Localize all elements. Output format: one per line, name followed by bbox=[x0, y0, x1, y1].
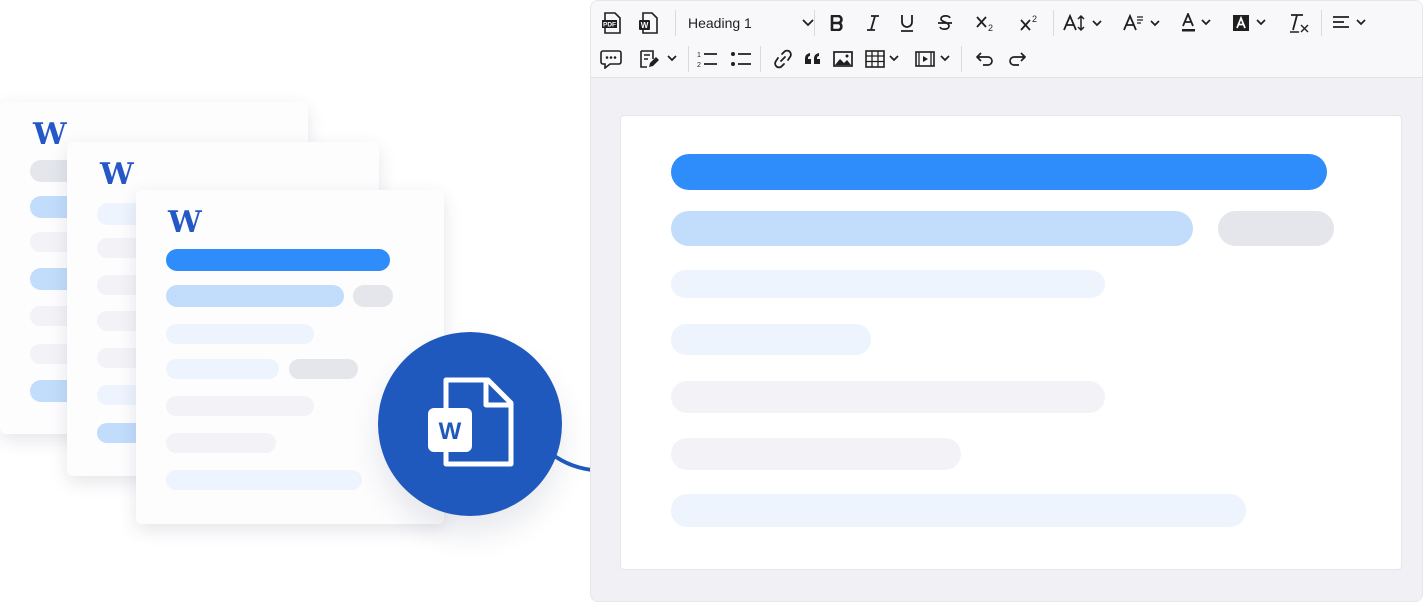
highlight-color-button[interactable] bbox=[1232, 10, 1272, 36]
redo-button[interactable] bbox=[1005, 46, 1029, 72]
comment-icon bbox=[600, 50, 622, 69]
pdf-file-icon: PDF bbox=[602, 12, 621, 34]
placeholder-line bbox=[166, 470, 362, 490]
numbered-list-button[interactable]: 12 bbox=[695, 46, 719, 72]
svg-text:2: 2 bbox=[697, 62, 701, 69]
blockquote-button[interactable] bbox=[801, 46, 825, 72]
placeholder-line bbox=[166, 396, 314, 416]
placeholder-line bbox=[671, 494, 1246, 527]
comment-button[interactable] bbox=[599, 46, 623, 72]
svg-text:1: 1 bbox=[697, 52, 701, 59]
align-left-icon bbox=[1333, 16, 1366, 28]
placeholder-line bbox=[671, 438, 961, 470]
placeholder-line bbox=[671, 211, 1193, 246]
word-logo-icon: W bbox=[33, 117, 67, 152]
word-logo-icon: W bbox=[168, 205, 202, 240]
word-file-icon: W bbox=[428, 377, 514, 467]
toolbar-separator bbox=[688, 46, 689, 72]
toolbar-separator bbox=[814, 10, 815, 36]
quote-icon bbox=[805, 53, 820, 64]
subscript-button[interactable]: 2 bbox=[973, 10, 999, 36]
bold-button[interactable] bbox=[825, 10, 849, 36]
subscript-label: 2 bbox=[988, 23, 993, 32]
link-icon bbox=[774, 49, 792, 69]
svg-text:PDF: PDF bbox=[603, 22, 616, 29]
placeholder-tag bbox=[1218, 211, 1334, 246]
word-logo-icon: W bbox=[100, 157, 134, 192]
placeholder-line bbox=[671, 324, 871, 355]
superscript-icon: 2 bbox=[1020, 14, 1037, 31]
word-file-icon: W bbox=[639, 12, 658, 34]
bulleted-list-button[interactable] bbox=[729, 46, 753, 72]
image-icon bbox=[833, 51, 853, 67]
font-color-icon bbox=[1182, 13, 1211, 32]
font-family-button[interactable] bbox=[1123, 10, 1165, 36]
clear-format-icon bbox=[1290, 14, 1309, 33]
highlight-icon bbox=[1233, 15, 1266, 31]
media-button[interactable] bbox=[915, 46, 955, 72]
edit-document-icon bbox=[640, 50, 677, 68]
document-page[interactable] bbox=[620, 115, 1402, 570]
italic-button[interactable] bbox=[861, 10, 885, 36]
font-size-icon bbox=[1063, 14, 1102, 32]
toolbar-separator bbox=[760, 46, 761, 72]
placeholder-heading bbox=[671, 154, 1327, 190]
superscript-label: 2 bbox=[1032, 14, 1037, 24]
toolbar-separator bbox=[1053, 10, 1054, 36]
bold-icon bbox=[830, 15, 843, 31]
chevron-down-icon bbox=[802, 19, 814, 27]
font-color-button[interactable] bbox=[1181, 10, 1217, 36]
word-letter: W bbox=[439, 418, 462, 445]
link-button[interactable] bbox=[771, 46, 795, 72]
placeholder-line bbox=[671, 381, 1105, 413]
heading-select[interactable]: Heading 1 bbox=[688, 10, 818, 36]
image-button[interactable] bbox=[831, 46, 855, 72]
heading-select-value: Heading 1 bbox=[688, 15, 752, 31]
media-icon bbox=[915, 51, 950, 67]
placeholder-tag bbox=[289, 359, 358, 379]
export-pdf-button[interactable]: PDF bbox=[599, 10, 625, 36]
font-size-button[interactable] bbox=[1063, 10, 1107, 36]
redo-icon bbox=[1009, 52, 1026, 66]
placeholder-line bbox=[166, 359, 279, 379]
svg-text:W: W bbox=[641, 21, 649, 30]
remove-format-button[interactable] bbox=[1288, 10, 1312, 36]
subscript-icon: 2 bbox=[976, 16, 993, 32]
strikethrough-button[interactable] bbox=[933, 10, 957, 36]
placeholder-line bbox=[166, 285, 344, 307]
toolbar-separator bbox=[675, 10, 676, 36]
word-import-badge: W bbox=[378, 332, 562, 516]
align-button[interactable] bbox=[1332, 10, 1372, 36]
placeholder-heading bbox=[166, 249, 390, 271]
toolbar-separator bbox=[961, 46, 962, 72]
editor-toolbar: PDF W Heading 1 2 2 1 2 bbox=[591, 1, 1422, 78]
track-changes-button[interactable] bbox=[639, 46, 681, 72]
superscript-button[interactable]: 2 bbox=[1017, 10, 1043, 36]
numbered-list-icon: 12 bbox=[697, 52, 717, 69]
export-word-button[interactable]: W bbox=[635, 10, 661, 36]
font-family-icon bbox=[1123, 14, 1160, 31]
underline-button[interactable] bbox=[895, 10, 919, 36]
undo-button[interactable] bbox=[973, 46, 997, 72]
placeholder-line bbox=[166, 324, 314, 344]
placeholder-tag bbox=[353, 285, 393, 307]
table-button[interactable] bbox=[865, 46, 905, 72]
bulleted-list-icon bbox=[731, 52, 751, 66]
underline-icon bbox=[901, 15, 913, 32]
strikethrough-icon bbox=[938, 15, 952, 30]
placeholder-line bbox=[166, 433, 276, 453]
toolbar-separator bbox=[1321, 10, 1322, 36]
rich-text-editor: PDF W Heading 1 2 2 1 2 bbox=[590, 0, 1423, 602]
italic-icon bbox=[867, 15, 879, 31]
undo-icon bbox=[976, 52, 993, 66]
placeholder-line bbox=[671, 270, 1105, 298]
table-icon bbox=[865, 50, 899, 68]
